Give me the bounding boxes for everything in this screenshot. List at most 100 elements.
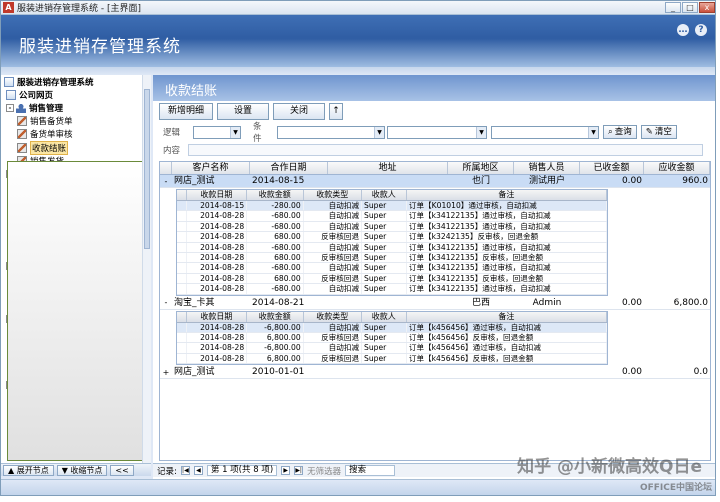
table-cell[interactable]: 0.00 — [580, 366, 644, 378]
detail-cell[interactable]: 6,800.00 — [247, 353, 304, 364]
value-select[interactable]: ▼ — [491, 125, 599, 139]
detail-cell[interactable]: 订单【k456456】通过审核，自动扣减 — [407, 343, 607, 353]
detail-cell[interactable]: 2014-08-28 — [187, 232, 248, 242]
content-input[interactable] — [188, 144, 704, 156]
row-selector[interactable] — [177, 332, 187, 343]
detail-cell[interactable]: 订单【k34122135】通过审核，自动扣减 — [407, 263, 607, 273]
row-selector[interactable] — [177, 232, 187, 242]
field-select[interactable]: ▼ — [277, 125, 385, 139]
minimize-button[interactable]: _ — [665, 2, 681, 13]
detail-cell[interactable]: Super — [362, 332, 407, 343]
table-cell[interactable]: Admin — [514, 297, 580, 309]
detail-cell[interactable]: 自动扣减 — [304, 322, 363, 332]
detail-cell[interactable]: 2014-08-28 — [187, 353, 248, 364]
detail-row[interactable]: 2014-08-28 -680.00 自动扣减 Super 订单【k34122135】通… — [177, 263, 607, 274]
prev-record-icon[interactable]: ◀ — [193, 466, 203, 475]
row-selector[interactable] — [177, 211, 187, 221]
detail-row[interactable]: 2014-08-28 680.00 反审核回退 Super 订单【k34122135】反… — [177, 273, 607, 285]
table-row[interactable]: - 网店_测试 2014-08-15 也门 测试用户 0.00 960.0 — [160, 175, 710, 188]
column-header[interactable]: 合作日期 — [250, 162, 328, 174]
detail-cell[interactable]: 2014-08-28 — [187, 221, 248, 232]
sidebar-scrollbar[interactable] — [142, 75, 151, 463]
chat-icon[interactable]: … — [677, 24, 689, 36]
detail-cell[interactable]: 订单【k456456】反审核，回退金额 — [407, 332, 607, 343]
detail-cell[interactable]: Super — [362, 211, 407, 221]
detail-cell[interactable]: 订单【K01010】通过审核，自动扣减 — [407, 201, 607, 211]
detail-cell[interactable]: Super — [362, 221, 407, 232]
row-selector[interactable] — [177, 221, 187, 232]
table-row[interactable]: + 网店_测试 2010-01-01 0.00 0.0 — [160, 366, 710, 380]
detail-cell[interactable]: 订单【k34122135】通过审核，自动扣减 — [407, 211, 607, 221]
expand-nodes-button[interactable]: ▲ 展开节点 — [3, 464, 54, 476]
detail-cell[interactable]: 订单【k34122135】通过审核，自动扣减 — [407, 242, 607, 252]
subgrid-column-header[interactable]: 收款日期 — [187, 311, 248, 322]
column-header[interactable]: 应收金额 — [644, 162, 710, 174]
collapse-nodes-button[interactable]: ▼ 收缩节点 — [56, 464, 108, 476]
subgrid-column-header[interactable]: 收款金额 — [247, 311, 304, 322]
detail-cell[interactable]: Super — [362, 242, 407, 252]
row-expander-icon[interactable]: - — [160, 298, 172, 307]
detail-cell[interactable]: -280.00 — [247, 201, 304, 211]
detail-cell[interactable]: 订单【k34122135】通过审核，自动扣减 — [407, 221, 607, 232]
detail-row[interactable]: 2014-08-15 -280.00 自动扣减 Super 订单【K01010】通过审核… — [177, 201, 607, 212]
tree-expander-icon[interactable]: - — [6, 103, 14, 112]
row-selector[interactable] — [177, 322, 187, 332]
detail-cell[interactable]: Super — [362, 232, 407, 242]
detail-row[interactable]: 2014-08-28 -680.00 自动扣减 Super 订单【k34122135】通… — [177, 221, 607, 233]
sidebar-item[interactable]: 收款结账 — [1, 140, 150, 155]
table-row[interactable]: - 淘宝_卡其 2014-08-21 巴西 Admin 0.00 6,800.0 — [160, 297, 710, 310]
search-box[interactable]: 搜索 — [345, 465, 396, 476]
detail-row[interactable]: 2014-08-28 680.00 反审核回退 Super 订单【k3242135】反审… — [177, 232, 607, 243]
detail-cell[interactable]: 2014-08-15 — [187, 201, 248, 211]
close-form-button[interactable]: 关闭 — [273, 103, 325, 120]
detail-cell[interactable]: 680.00 — [247, 273, 304, 284]
detail-cell[interactable]: 自动扣减 — [304, 284, 363, 294]
next-record-icon[interactable]: ▶ — [281, 466, 291, 475]
sidebar-item[interactable]: 备货单审核 — [1, 128, 150, 141]
table-cell[interactable]: 2014-08-21 — [250, 297, 328, 309]
table-cell[interactable]: 巴西 — [448, 297, 514, 309]
pin-up-button[interactable]: ↑ — [329, 103, 343, 120]
detail-cell[interactable]: 2014-08-28 — [187, 322, 248, 332]
detail-cell[interactable]: 2014-08-28 — [187, 263, 248, 273]
detail-cell[interactable]: 反审核回退 — [304, 252, 363, 263]
clear-button[interactable]: ✎ 清空 — [640, 125, 677, 139]
detail-row[interactable]: 2014-08-28 6,800.00 反审核回退 Super 订单【k456456】反… — [177, 353, 607, 365]
row-selector[interactable] — [177, 343, 187, 353]
detail-cell[interactable]: 反审核回退 — [304, 232, 363, 242]
detail-cell[interactable]: -680.00 — [247, 263, 304, 273]
detail-cell[interactable]: 订单【k34122135】反审核，回退金额 — [407, 252, 607, 263]
detail-cell[interactable]: 订单【k34122135】反审核，回退金额 — [407, 273, 607, 284]
detail-cell[interactable]: -680.00 — [247, 211, 304, 221]
detail-row[interactable]: 2014-08-28 -680.00 自动扣减 Super 订单【k34122135】通… — [177, 242, 607, 253]
row-expander-icon[interactable]: + — [160, 368, 172, 377]
column-header[interactable]: 已收金额 — [580, 162, 644, 174]
table-cell[interactable]: 也门 — [448, 175, 514, 187]
detail-cell[interactable]: 订单【k456456】反审核，回退金额 — [407, 353, 607, 364]
detail-row[interactable]: 2014-08-28 -680.00 自动扣减 Super 订单【k34122135】通… — [177, 211, 607, 222]
table-cell[interactable]: 0.00 — [580, 175, 644, 187]
row-selector[interactable] — [177, 242, 187, 252]
detail-cell[interactable]: Super — [362, 263, 407, 273]
detail-row[interactable]: 2014-08-28 -6,800.00 自动扣减 Super 订单【k456456】通… — [177, 322, 607, 333]
detail-cell[interactable]: 2014-08-28 — [187, 252, 248, 263]
table-cell[interactable]: 测试用户 — [514, 175, 580, 187]
subgrid-column-header[interactable]: 收款类型 — [304, 190, 362, 200]
sidebar-item[interactable]: 期间管理 — [1, 161, 150, 461]
table-cell[interactable]: 0.00 — [580, 297, 644, 309]
row-expander-icon[interactable]: - — [160, 177, 172, 186]
no-filter-label[interactable]: 无筛选器 — [307, 465, 341, 477]
detail-cell[interactable]: 2014-08-28 — [187, 211, 248, 221]
row-selector[interactable] — [177, 273, 187, 284]
detail-cell[interactable]: 680.00 — [247, 252, 304, 263]
detail-row[interactable]: 2014-08-28 680.00 反审核回退 Super 订单【k34122135】反… — [177, 252, 607, 264]
subgrid-column-header[interactable]: 收款金额 — [247, 190, 304, 200]
table-cell[interactable]: 960.0 — [644, 175, 710, 187]
record-position[interactable]: 第 1 项(共 8 项) — [206, 465, 278, 476]
maximize-button[interactable]: □ — [682, 2, 698, 13]
column-header[interactable]: 销售人员 — [514, 162, 580, 174]
table-cell[interactable]: 2014-08-15 — [250, 175, 328, 187]
detail-cell[interactable]: 反审核回退 — [304, 273, 363, 284]
logic-select[interactable]: ▼ — [193, 125, 241, 139]
detail-cell[interactable]: 反审核回退 — [304, 332, 363, 343]
